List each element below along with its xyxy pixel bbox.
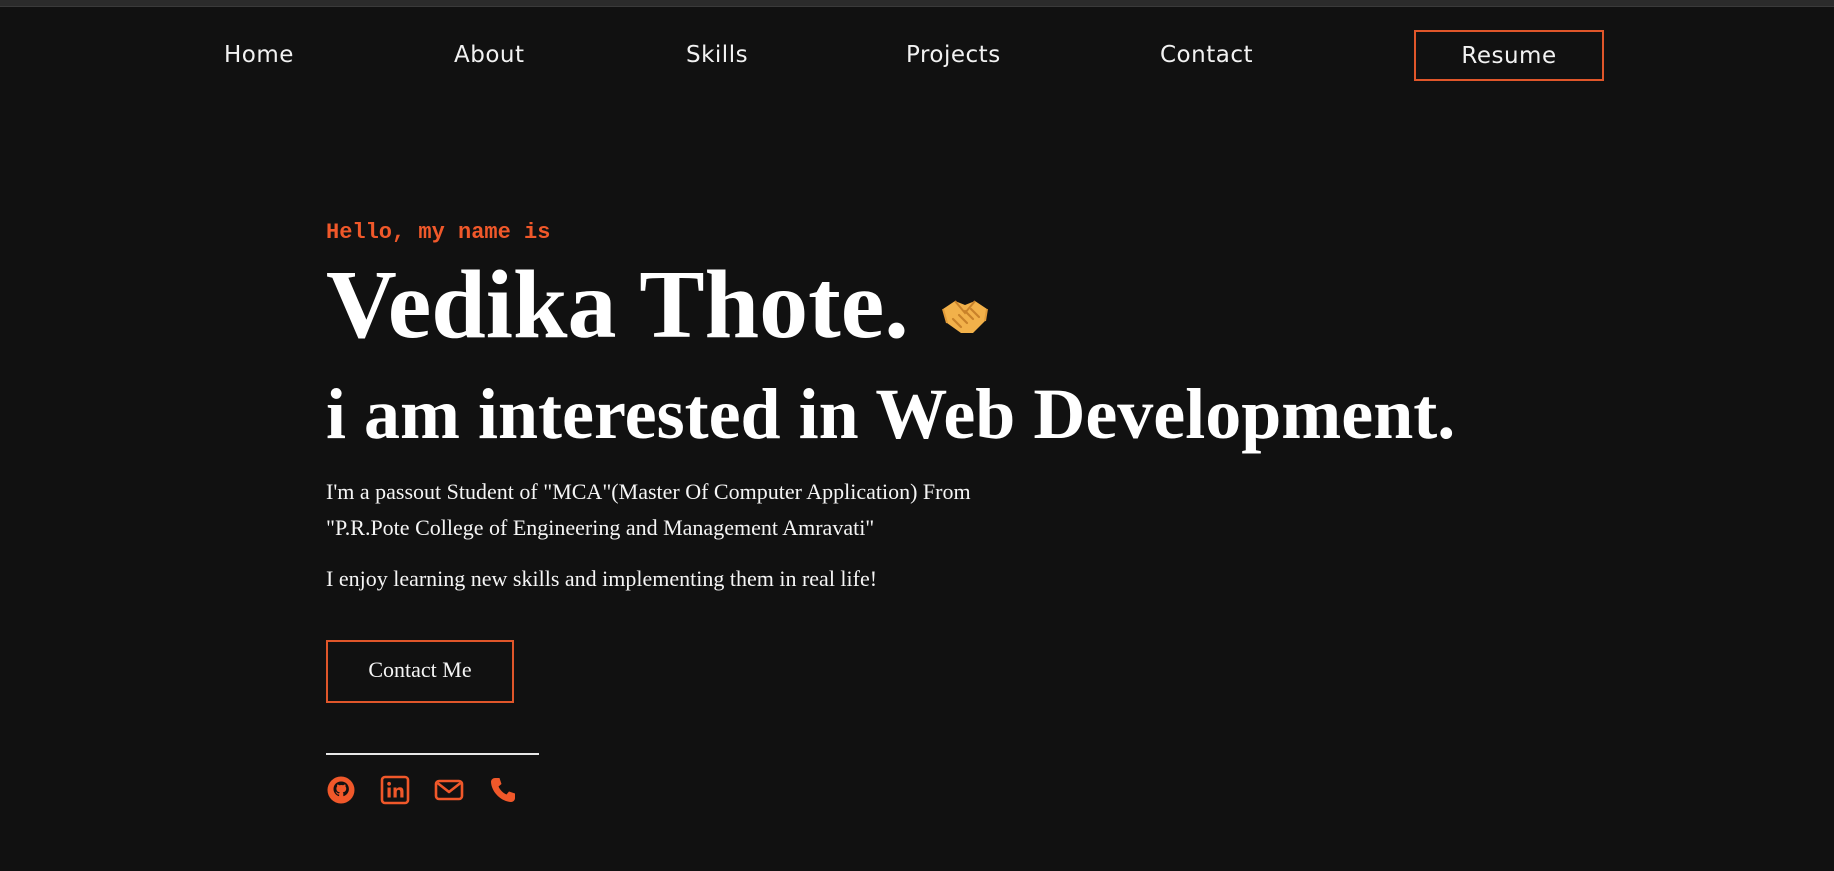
bio-paragraph: I'm a passout Student of "MCA"(Master Of… [326, 474, 1086, 546]
nav-contact-link[interactable]: Contact [1160, 42, 1253, 68]
resume-button[interactable]: Resume [1414, 30, 1604, 81]
handshake-icon [939, 289, 991, 341]
hero-tagline: i am interested in Web Development. [326, 374, 1456, 454]
nav-about-link[interactable]: About [454, 42, 525, 68]
phone-icon[interactable] [488, 775, 518, 805]
name-row: Vedika Thote. [326, 250, 991, 360]
nav-home-link[interactable]: Home [224, 42, 294, 68]
enjoy-text: I enjoy learning new skills and implemen… [326, 566, 878, 591]
navbar: Home About Skills Projects Contact Resum… [0, 6, 1834, 106]
github-icon[interactable] [326, 775, 356, 805]
greeting-text: Hello, my name is [326, 220, 551, 245]
social-links [326, 775, 518, 805]
bio-line-2: "P.R.Pote College of Engineering and Man… [326, 515, 875, 540]
hero-name: Vedika Thote. [326, 251, 909, 359]
contact-me-button[interactable]: Contact Me [326, 640, 514, 703]
mail-icon[interactable] [434, 775, 464, 805]
nav-skills-link[interactable]: Skills [686, 42, 748, 68]
nav-projects-link[interactable]: Projects [906, 42, 1001, 68]
linkedin-icon[interactable] [380, 775, 410, 805]
bio-line-1: I'm a passout Student of "MCA"(Master Of… [326, 479, 971, 504]
divider [326, 753, 539, 755]
